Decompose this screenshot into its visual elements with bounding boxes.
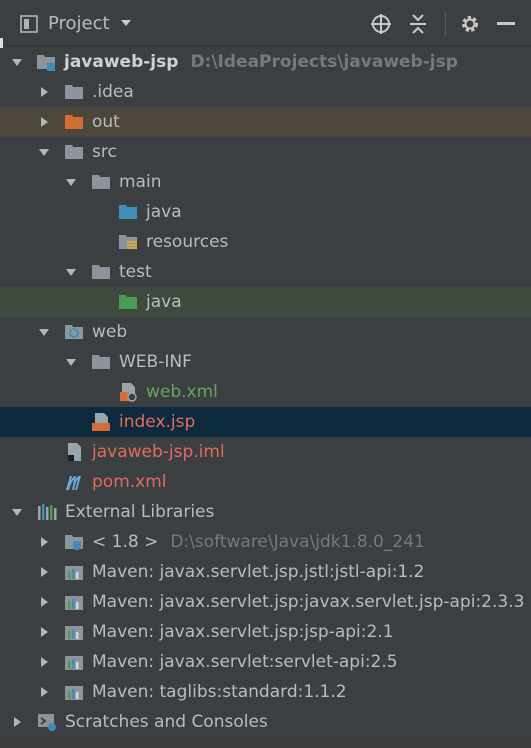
tree-label-webinf: WEB-INF <box>119 352 192 372</box>
resources-folder-icon <box>119 235 137 249</box>
collapsed-arrow-icon[interactable] <box>11 716 23 728</box>
chevron-down-icon[interactable] <box>120 18 132 28</box>
project-title[interactable]: Project <box>48 13 110 34</box>
tree-label-test: test <box>119 262 152 282</box>
folder-icon <box>92 265 110 279</box>
tree-label-indexjsp: index.jsp <box>119 412 196 432</box>
tree-row-indexjsp[interactable]: index.jsp <box>0 407 531 437</box>
expanded-arrow-icon[interactable] <box>11 506 23 518</box>
tree-label-lib: Maven: javax.servlet.jsp.jstl:jstl-api:1… <box>92 562 425 582</box>
tree-row-main-java[interactable]: java <box>0 197 531 227</box>
tree-row-pom[interactable]: pom.xml <box>0 467 531 497</box>
jdk-icon <box>65 535 83 550</box>
folder-icon <box>65 145 83 159</box>
maven-library-icon <box>65 626 83 640</box>
tree-row-lib[interactable]: Maven: taglibs:standard:1.1.2 <box>0 677 531 707</box>
tree-row-webxml[interactable]: web.xml <box>0 377 531 407</box>
tree-row-main[interactable]: main <box>0 167 531 197</box>
source-folder-icon <box>119 205 137 219</box>
gear-icon[interactable] <box>459 13 481 35</box>
tree-label-external-libraries: External Libraries <box>65 502 215 522</box>
tree-row-scratches[interactable]: Scratches and Consoles <box>0 707 531 737</box>
tree-row-web[interactable]: web <box>0 317 531 347</box>
toolbar-separator <box>445 12 446 36</box>
expanded-arrow-icon[interactable] <box>38 326 50 338</box>
expanded-arrow-icon[interactable] <box>65 176 77 188</box>
tree-label-src: src <box>92 142 117 162</box>
tree-label-lib: Maven: taglibs:standard:1.1.2 <box>92 682 347 702</box>
collapsed-arrow-icon[interactable] <box>38 626 50 638</box>
tree-label-resources: resources <box>146 232 229 252</box>
collapsed-arrow-icon[interactable] <box>38 596 50 608</box>
collapsed-arrow-icon[interactable] <box>38 116 50 128</box>
tree-row-lib[interactable]: Maven: javax.servlet.jsp:javax.servlet.j… <box>0 587 531 617</box>
folder-icon <box>92 175 110 189</box>
panel-bottom <box>0 738 531 748</box>
tree-row-lib[interactable]: Maven: javax.servlet:servlet-api:2.5 <box>0 647 531 677</box>
tree-label-web: web <box>92 322 128 342</box>
tree-label-iml: javaweb-jsp.iml <box>92 442 225 462</box>
iml-file-icon <box>68 443 81 461</box>
module-folder-icon <box>37 55 55 71</box>
tree-row-iml[interactable]: javaweb-jsp.iml <box>0 437 531 467</box>
maven-library-icon <box>65 566 83 580</box>
hide-icon[interactable] <box>497 22 515 26</box>
tree-label-jdk: < 1.8 > D:\software\Java\jdk1.8.0_241 <box>92 532 425 552</box>
expanded-arrow-icon[interactable] <box>11 56 23 68</box>
maven-icon <box>66 476 81 490</box>
maven-library-icon <box>65 686 83 700</box>
tree-label-idea: .idea <box>92 82 134 102</box>
collapsed-arrow-icon[interactable] <box>38 686 50 698</box>
maven-library-icon <box>65 656 83 670</box>
tree-label-lib: Maven: javax.servlet.jsp:javax.servlet.j… <box>92 592 525 612</box>
locate-icon[interactable] <box>370 13 392 35</box>
tree-row-external-libraries[interactable]: External Libraries <box>0 497 531 527</box>
jsp-file-icon <box>92 413 110 431</box>
tree-label-webxml: web.xml <box>146 382 218 402</box>
collapsed-arrow-icon[interactable] <box>38 566 50 578</box>
project-tree: javaweb-jsp D:\IdeaProjects\javaweb-jsp .… <box>0 47 531 737</box>
tree-row-idea[interactable]: .idea <box>0 77 531 107</box>
tree-label-lib: Maven: javax.servlet:servlet-api:2.5 <box>92 652 398 672</box>
expanded-arrow-icon[interactable] <box>65 266 77 278</box>
tree-row-lib[interactable]: Maven: javax.servlet.jsp:jsp-api:2.1 <box>0 617 531 647</box>
folder-icon <box>92 355 110 369</box>
web-folder-icon <box>65 325 83 339</box>
tree-label-test-java: java <box>146 292 182 312</box>
tree-row-webinf[interactable]: WEB-INF <box>0 347 531 377</box>
maven-library-icon <box>65 596 83 610</box>
collapse-all-icon[interactable] <box>408 13 428 35</box>
tree-row-jdk[interactable]: < 1.8 > D:\software\Java\jdk1.8.0_241 <box>0 527 531 557</box>
tree-row-src[interactable]: src <box>0 137 531 167</box>
expanded-arrow-icon[interactable] <box>65 356 77 368</box>
tree-label-lib: Maven: javax.servlet.jsp:jsp-api:2.1 <box>92 622 394 642</box>
tree-label-scratches: Scratches and Consoles <box>65 712 268 732</box>
tree-label-root: javaweb-jsp D:\IdeaProjects\javaweb-jsp <box>64 52 458 72</box>
test-source-folder-icon <box>119 295 137 309</box>
excluded-folder-icon <box>65 115 83 129</box>
xml-file-icon <box>120 383 137 402</box>
tree-row-out[interactable]: out <box>0 107 531 137</box>
project-view-icon[interactable] <box>20 15 38 33</box>
tree-label-pom: pom.xml <box>92 472 167 492</box>
tree-row-test[interactable]: test <box>0 257 531 287</box>
tree-row-lib[interactable]: Maven: javax.servlet.jsp.jstl:jstl-api:1… <box>0 557 531 587</box>
collapsed-arrow-icon[interactable] <box>38 656 50 668</box>
project-toolbar: Project <box>0 0 531 46</box>
library-icon <box>38 504 57 520</box>
expanded-arrow-icon[interactable] <box>38 146 50 158</box>
scratches-icon <box>38 714 56 731</box>
folder-icon <box>65 85 83 99</box>
tree-row-test-java[interactable]: java <box>0 287 531 317</box>
tree-label-main-java: java <box>146 202 182 222</box>
tree-row-resources[interactable]: resources <box>0 227 531 257</box>
tree-label-out: out <box>92 112 120 132</box>
collapsed-arrow-icon[interactable] <box>38 86 50 98</box>
tree-row-root[interactable]: javaweb-jsp D:\IdeaProjects\javaweb-jsp <box>0 47 531 77</box>
collapsed-arrow-icon[interactable] <box>38 536 50 548</box>
tree-label-main: main <box>119 172 162 192</box>
